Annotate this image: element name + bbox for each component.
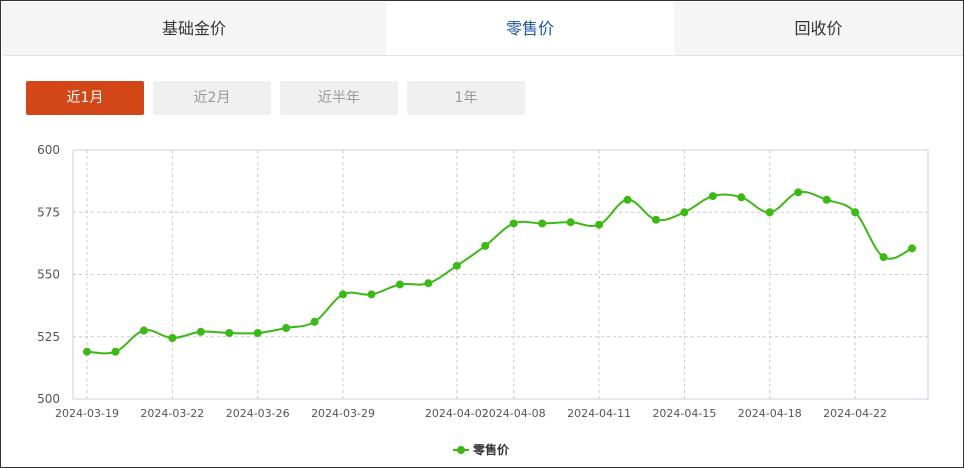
data-point xyxy=(196,327,205,336)
data-point xyxy=(737,193,746,202)
x-tick-label: 2024-03-29 xyxy=(311,407,375,420)
y-tick-label: 600 xyxy=(37,143,60,157)
legend-series-marker xyxy=(453,445,469,455)
data-point xyxy=(708,192,717,201)
data-point xyxy=(139,326,148,335)
x-tick-label: 2024-03-22 xyxy=(140,407,204,420)
data-point xyxy=(879,253,888,262)
x-tick-label: 2024-04-18 xyxy=(738,407,802,420)
data-point xyxy=(623,195,632,204)
data-point xyxy=(794,188,803,197)
data-point xyxy=(424,279,433,288)
data-point xyxy=(225,329,234,338)
data-point xyxy=(566,218,575,227)
data-point xyxy=(111,347,120,356)
data-point xyxy=(83,347,91,356)
data-point xyxy=(851,208,860,217)
data-point xyxy=(538,219,547,228)
price-widget: 基础金价 零售价 回收价 近1月 近2月 近半年 1年 500 525 550 575… xyxy=(0,0,964,468)
data-point xyxy=(908,244,916,253)
data-point xyxy=(765,208,774,217)
data-point xyxy=(452,261,461,270)
x-tick-label: 2024-04-22 xyxy=(823,407,887,420)
data-point xyxy=(282,324,291,333)
y-tick-label: 525 xyxy=(37,330,60,344)
x-tick-label: 2024-04-15 xyxy=(652,407,716,420)
data-point xyxy=(310,317,319,326)
data-point xyxy=(367,290,376,299)
data-point xyxy=(395,280,404,289)
data-point xyxy=(651,215,660,224)
x-tick-label: 2024-04-08 xyxy=(482,407,546,420)
x-tick-label: 2024-03-19 xyxy=(55,407,119,420)
data-point xyxy=(509,219,518,228)
y-tick-label: 575 xyxy=(37,205,60,219)
data-point xyxy=(822,195,831,204)
x-tick-label: 2024-04-11 xyxy=(567,407,631,420)
x-tick-label: 2024-03-26 xyxy=(226,407,290,420)
data-point xyxy=(680,208,689,217)
data-point xyxy=(481,241,490,250)
series-line xyxy=(86,190,913,355)
legend-series-label: 零售价 xyxy=(473,443,510,457)
x-tick-label: 2024-04-02 xyxy=(425,407,489,420)
y-tick-label: 550 xyxy=(37,268,60,282)
chart-legend[interactable]: 零售价 xyxy=(453,441,509,458)
retail-price-line-chart: 500 525 550 575 600 2024-03-19 2024-03-22 2024-… xyxy=(37,143,929,420)
data-point xyxy=(595,220,604,229)
data-point xyxy=(168,333,177,342)
data-point xyxy=(339,290,348,299)
data-point xyxy=(253,329,262,338)
y-tick-label: 500 xyxy=(37,392,60,406)
